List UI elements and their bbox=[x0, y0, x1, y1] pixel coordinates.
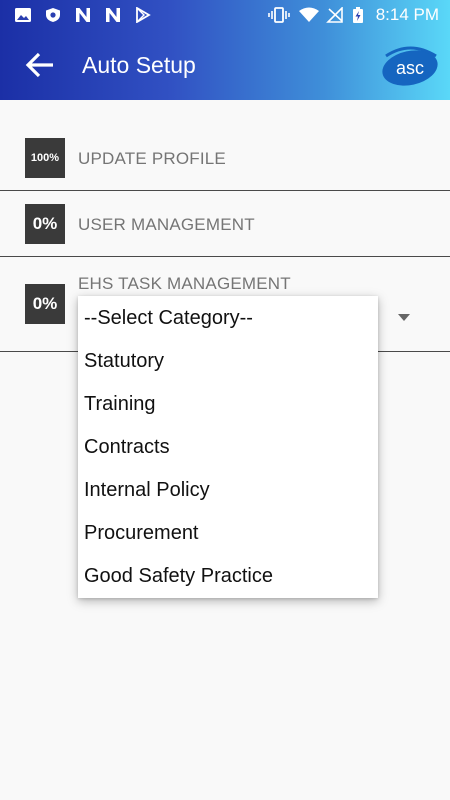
menu-item-statutory[interactable]: Statutory bbox=[78, 340, 378, 383]
vibrate-icon bbox=[268, 7, 290, 23]
wifi-icon bbox=[299, 7, 319, 22]
svg-text:asc: asc bbox=[396, 58, 424, 78]
progress-badge: 0% bbox=[25, 204, 65, 244]
no-signal-icon bbox=[326, 7, 343, 23]
page-title: Auto Setup bbox=[82, 52, 196, 78]
n-icon bbox=[76, 8, 90, 22]
menu-item-training[interactable]: Training bbox=[78, 383, 378, 426]
setup-label: UPDATE PROFILE bbox=[78, 149, 226, 168]
battery-charging-icon bbox=[353, 7, 363, 23]
progress-badge: 0% bbox=[25, 284, 65, 324]
dropdown-arrow-icon[interactable] bbox=[398, 314, 410, 321]
image-icon bbox=[15, 8, 31, 22]
play-store-icon bbox=[136, 7, 151, 23]
asc-logo: asc bbox=[382, 46, 438, 86]
app-header: 8:14 PM Auto Setup asc bbox=[0, 0, 450, 100]
back-arrow-icon[interactable] bbox=[20, 45, 60, 85]
shield-icon bbox=[46, 8, 60, 22]
category-dropdown-menu: --Select Category-- Statutory Training C… bbox=[78, 296, 378, 598]
menu-item-contracts[interactable]: Contracts bbox=[78, 426, 378, 469]
menu-item-select-category[interactable]: --Select Category-- bbox=[78, 297, 378, 340]
setup-label: EHS TASK MANAGEMENT bbox=[78, 274, 291, 293]
progress-badge: 100% bbox=[25, 138, 65, 178]
status-bar: 8:14 PM bbox=[0, 0, 450, 30]
divider bbox=[0, 190, 450, 191]
n-icon bbox=[106, 8, 120, 22]
menu-item-internal-policy[interactable]: Internal Policy bbox=[78, 469, 378, 512]
menu-item-good-safety-practice[interactable]: Good Safety Practice bbox=[78, 555, 378, 598]
setup-label: USER MANAGEMENT bbox=[78, 215, 255, 234]
divider bbox=[0, 256, 450, 257]
menu-item-procurement[interactable]: Procurement bbox=[78, 512, 378, 555]
status-time: 8:14 PM bbox=[375, 5, 439, 24]
toolbar: Auto Setup asc bbox=[0, 30, 450, 100]
